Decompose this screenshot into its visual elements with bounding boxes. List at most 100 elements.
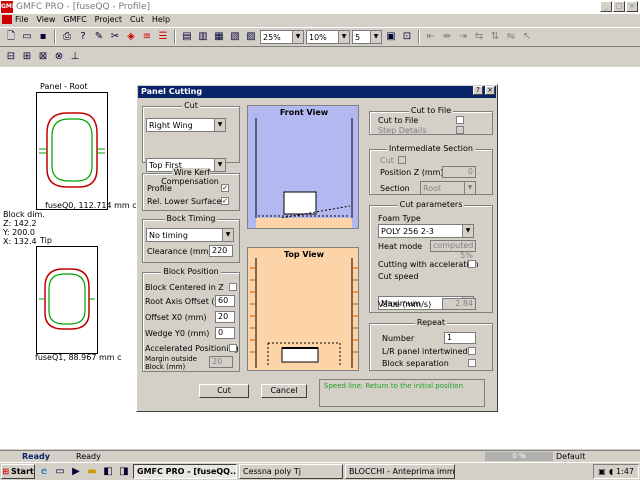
dialog-help-button[interactable]: ? bbox=[473, 86, 483, 95]
tray-volume-icon[interactable]: ◖ bbox=[609, 467, 613, 476]
block-centered-label: Block Centered in Z bbox=[145, 283, 224, 292]
layout2-icon[interactable]: ▥ bbox=[196, 30, 210, 44]
zoom1-select[interactable]: 25% ▼ bbox=[260, 30, 304, 44]
start-button[interactable]: ⊞ Start bbox=[1, 464, 35, 479]
cut-to-file-checkbox[interactable] bbox=[456, 116, 464, 124]
chevron-down-icon: ▼ bbox=[222, 229, 233, 241]
trim-icon[interactable]: ⊥ bbox=[68, 50, 82, 64]
mirror-icon[interactable]: ⇋ bbox=[504, 30, 518, 44]
tray-network-icon[interactable]: ▣ bbox=[598, 467, 606, 476]
cut-icon[interactable]: ✂ bbox=[108, 30, 122, 44]
quicklaunch-app2-icon[interactable]: ◨ bbox=[117, 465, 131, 479]
offset-x0-input[interactable]: 20 bbox=[215, 311, 235, 323]
margin-input[interactable]: 20 bbox=[209, 356, 233, 368]
lr-intertwined-checkbox[interactable] bbox=[468, 347, 476, 355]
task-gmfc[interactable]: GMFC PRO - [fuseQQ... bbox=[133, 464, 237, 479]
root-axis-input[interactable]: 60 bbox=[215, 295, 235, 307]
repeat-number-input[interactable]: 1 bbox=[444, 332, 476, 344]
layout5-icon[interactable]: ▨ bbox=[244, 30, 258, 44]
heat-mode-input[interactable]: computed 5% bbox=[430, 240, 476, 260]
position-z-input[interactable]: 0 bbox=[442, 166, 476, 178]
cut-button[interactable]: Cut bbox=[199, 384, 249, 398]
wing-select[interactable]: Right Wing ▼ bbox=[146, 118, 226, 132]
menu-view[interactable]: View bbox=[36, 15, 55, 24]
zoom2-select[interactable]: 10% ▼ bbox=[306, 30, 350, 44]
wrench-icon[interactable]: ✎ bbox=[92, 30, 106, 44]
minimize-button[interactable]: _ bbox=[600, 1, 612, 12]
layout3-icon[interactable]: ▦ bbox=[212, 30, 226, 44]
panel-tip-frame[interactable]: fuseQ1, 88.967 mm c bbox=[35, 246, 122, 362]
block-centered-checkbox[interactable] bbox=[229, 283, 237, 291]
section-select[interactable]: Root ▼ bbox=[420, 181, 476, 195]
red-bars-icon[interactable]: ☰ bbox=[156, 30, 170, 44]
cross-icon[interactable]: ⊗ bbox=[52, 50, 66, 64]
quicklaunch-ie-icon[interactable]: e bbox=[37, 465, 51, 479]
intermediate-cut-checkbox[interactable] bbox=[398, 156, 406, 164]
kerf-lower-checkbox[interactable] bbox=[221, 197, 229, 205]
pointer-icon[interactable]: ↖ bbox=[520, 30, 534, 44]
fit-icon[interactable]: ⊡ bbox=[400, 30, 414, 44]
task-blocchi[interactable]: BLOCCHI - Anteprima imm... bbox=[345, 464, 455, 479]
vertical-align-icon[interactable]: ⊞ bbox=[20, 50, 34, 64]
red-lines-icon[interactable]: ≡ bbox=[140, 30, 154, 44]
root-profile-drawing bbox=[39, 112, 105, 188]
flip-icon[interactable]: ⇆ bbox=[472, 30, 486, 44]
target-icon[interactable]: ◈ bbox=[124, 30, 138, 44]
front-view-panel[interactable]: Front View bbox=[247, 105, 359, 229]
cut-group: Cut Right Wing ▼ Top First ▼ bbox=[142, 101, 240, 172]
value-label: Value (mm/s) bbox=[378, 300, 432, 309]
kerf-profile-label: Profile bbox=[147, 184, 172, 193]
distribute-icon[interactable]: ⊠ bbox=[36, 50, 50, 64]
accel-pos-checkbox[interactable] bbox=[229, 344, 237, 352]
kerf-profile-checkbox[interactable] bbox=[221, 184, 229, 192]
quicklaunch-desktop-icon[interactable]: ▭ bbox=[53, 465, 67, 479]
quicklaunch-folder-icon[interactable]: ▬ bbox=[85, 465, 99, 479]
clearance-input[interactable]: 220 bbox=[209, 245, 233, 257]
cutting-accel-checkbox[interactable] bbox=[468, 260, 476, 268]
print-icon[interactable]: ⎙ bbox=[60, 30, 74, 44]
steps-select[interactable]: 5 ▼ bbox=[352, 30, 382, 44]
cancel-button[interactable]: Cancel bbox=[261, 384, 307, 398]
help-icon[interactable]: ? bbox=[76, 30, 90, 44]
menu-cut[interactable]: Cut bbox=[130, 15, 144, 24]
layout1-icon[interactable]: ▤ bbox=[180, 30, 194, 44]
align-center-icon[interactable]: ⇹ bbox=[440, 30, 454, 44]
align-right-icon[interactable]: ⇥ bbox=[456, 30, 470, 44]
quicklaunch-app-icon[interactable]: ◧ bbox=[101, 465, 115, 479]
value-input[interactable]: 2.84 bbox=[442, 298, 476, 310]
top-view-panel[interactable]: Top View bbox=[247, 247, 359, 371]
main-toolbar: 🗋 ▭ ▪ ⎙ ? ✎ ✂ ◈ ≡ ☰ ▤ ▥ ▦ ▧ ▨ 25% ▼ 10% ▼ … bbox=[0, 27, 640, 47]
offset-x0-label: Offset X0 (mm) bbox=[145, 313, 207, 322]
close-button[interactable]: × bbox=[626, 1, 638, 12]
chevron-down-icon: ▼ bbox=[462, 225, 473, 237]
timing-select[interactable]: No timing ▼ bbox=[146, 228, 234, 242]
new-icon[interactable]: 🗋 bbox=[4, 30, 18, 44]
gmfc-icon: GMFC bbox=[1, 1, 20, 13]
grid-icon[interactable]: ▣ bbox=[384, 30, 398, 44]
horizontal-align-icon[interactable]: ⊟ bbox=[4, 50, 18, 64]
root-caption: fuseQ0, 112.714 mm c bbox=[45, 201, 137, 210]
menu-gmfc[interactable]: GMFC bbox=[63, 15, 86, 24]
task-cessna[interactable]: Cessna poly Tj bbox=[239, 464, 343, 479]
menu-help[interactable]: Help bbox=[152, 15, 170, 24]
block-separation-checkbox[interactable] bbox=[468, 359, 476, 367]
open-icon[interactable]: ▭ bbox=[20, 30, 34, 44]
menu-file[interactable]: File bbox=[15, 15, 28, 24]
foam-type-label: Foam Type bbox=[378, 214, 421, 223]
menu-project[interactable]: Project bbox=[95, 15, 122, 24]
foam-type-select[interactable]: POLY 256 2-3 ▼ bbox=[378, 224, 474, 238]
status-progress: 0 % bbox=[485, 452, 553, 461]
maximize-button[interactable]: □ bbox=[613, 1, 625, 12]
layout4-icon[interactable]: ▧ bbox=[228, 30, 242, 44]
wedge-input[interactable]: 0 bbox=[215, 327, 235, 339]
windows-logo-icon: ⊞ bbox=[2, 467, 9, 476]
step-details-checkbox[interactable] bbox=[456, 126, 464, 134]
quicklaunch-media-icon[interactable]: ▶ bbox=[69, 465, 83, 479]
panel-root-frame[interactable]: fuseQ0, 112.714 mm c bbox=[36, 92, 137, 210]
start-label: Start bbox=[10, 467, 34, 476]
align-left-icon[interactable]: ⇤ bbox=[424, 30, 438, 44]
dialog-close-button[interactable]: × bbox=[485, 86, 495, 95]
tray-clock: 1:47 bbox=[616, 467, 634, 476]
rotate-icon[interactable]: ⇅ bbox=[488, 30, 502, 44]
save-icon[interactable]: ▪ bbox=[36, 30, 50, 44]
